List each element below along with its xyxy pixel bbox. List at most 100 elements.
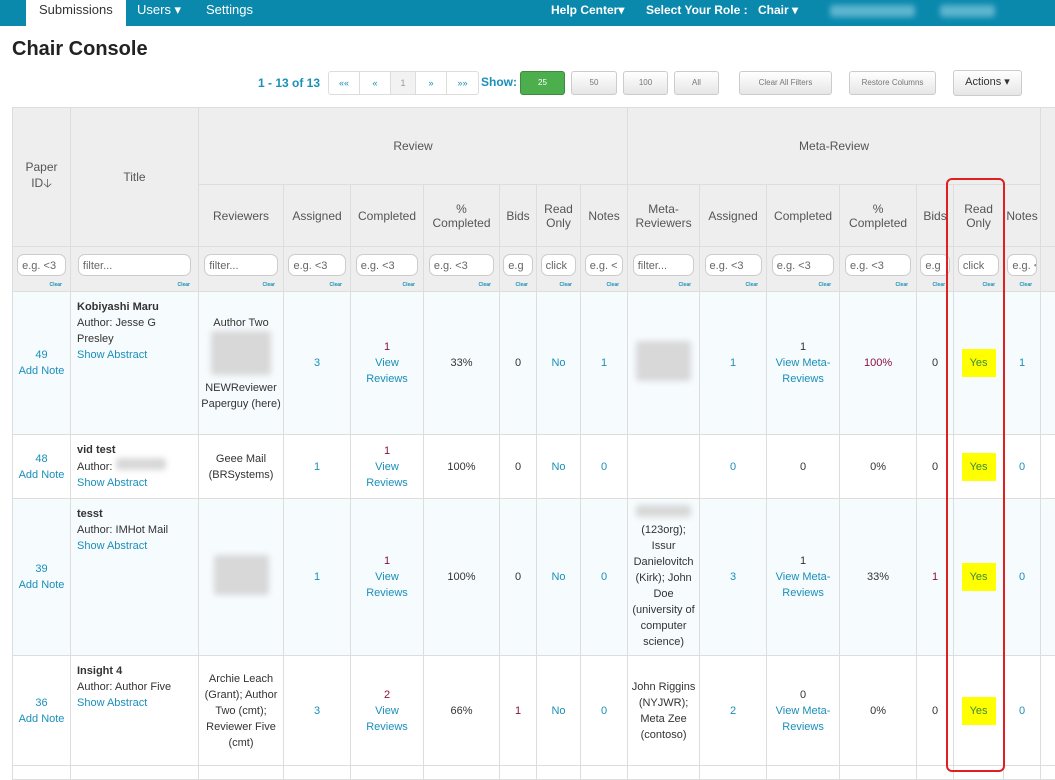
clear-filter-link[interactable]: Clear <box>262 282 275 288</box>
col-meta-bids[interactable]: Bids <box>917 185 954 247</box>
col-title[interactable]: Title <box>71 108 199 247</box>
signout-blurred[interactable] <box>940 5 995 17</box>
read-only-toggle[interactable]: No <box>537 499 581 656</box>
clear-filter-link[interactable]: Clear <box>177 282 190 288</box>
add-note-link[interactable]: Add Note <box>15 711 68 727</box>
clear-filter-link[interactable]: Clear <box>515 282 528 288</box>
col-meta-completed[interactable]: Completed <box>767 185 840 247</box>
column-filter-input[interactable]: e.g <box>920 254 949 276</box>
column-filter-input[interactable]: e.g. <3 <box>17 254 66 276</box>
column-filter-input[interactable]: e.g. < <box>1007 254 1036 276</box>
show-50-button[interactable]: 50 <box>571 71 617 95</box>
column-filter-input[interactable]: filter... <box>204 254 278 276</box>
show-abstract-link[interactable]: Show Abstract <box>77 347 192 363</box>
add-note-link[interactable]: Add Note <box>15 467 68 483</box>
col-reviewers[interactable]: Reviewers <box>199 185 284 247</box>
prev-page-button[interactable]: « <box>360 72 391 94</box>
col-read-only[interactable]: Read Only <box>537 185 581 247</box>
clear-filter-link[interactable]: Clear <box>559 282 572 288</box>
assigned-link[interactable]: 1 <box>284 499 351 656</box>
clear-filter-link[interactable]: Clear <box>983 282 996 288</box>
meta-notes-link[interactable]: 0 <box>1004 656 1041 766</box>
meta-assigned-link[interactable]: 2 <box>700 656 767 766</box>
add-note-link[interactable]: Add Note <box>15 577 68 593</box>
clear-filter-link[interactable]: Clear <box>933 282 946 288</box>
paper-id-link[interactable]: 48 <box>15 451 68 467</box>
notes-link[interactable]: 0 <box>581 656 628 766</box>
restore-columns-button[interactable]: Restore Columns <box>849 71 936 95</box>
show-all-button[interactable]: All <box>674 71 719 95</box>
clear-filter-link[interactable]: Clear <box>607 282 620 288</box>
notes-link[interactable]: 0 <box>581 499 628 656</box>
assigned-link[interactable]: 3 <box>284 656 351 766</box>
meta-read-only-toggle[interactable]: Yes <box>962 349 996 377</box>
clear-filter-link[interactable]: Clear <box>478 282 491 288</box>
view-reviews-link[interactable]: View Reviews <box>353 569 421 601</box>
column-filter-input[interactable]: e.g. <3 <box>705 254 762 276</box>
column-filter-input[interactable]: filter... <box>78 254 191 276</box>
clear-all-filters-button[interactable]: Clear All Filters <box>739 71 832 95</box>
column-filter-input[interactable]: click <box>958 254 999 276</box>
paper-id-link[interactable]: 49 <box>15 347 68 363</box>
page-1-button[interactable]: 1 <box>391 72 416 94</box>
show-25-button[interactable]: 25 <box>520 71 565 95</box>
col-completed[interactable]: Completed <box>351 185 424 247</box>
clear-filter-link[interactable]: Clear <box>1020 282 1033 288</box>
column-filter-input[interactable]: click <box>541 254 577 276</box>
column-filter-input[interactable]: e.g <box>503 254 532 276</box>
meta-notes-link[interactable]: 1 <box>1004 292 1041 435</box>
view-reviews-link[interactable]: View Reviews <box>353 355 421 387</box>
meta-assigned-link[interactable]: 0 <box>700 435 767 499</box>
meta-read-only-toggle[interactable]: Yes <box>962 697 996 725</box>
column-filter-input[interactable]: filter... <box>633 254 695 276</box>
read-only-toggle[interactable]: No <box>537 435 581 499</box>
column-filter-input[interactable]: e.g. <3 <box>429 254 494 276</box>
clear-filter-link[interactable]: Clear <box>679 282 692 288</box>
nav-users[interactable]: Users ▾ <box>137 0 181 26</box>
notes-link[interactable]: 1 <box>581 292 628 435</box>
meta-read-only-toggle[interactable]: Yes <box>962 453 996 481</box>
col-meta-reviewers[interactable]: Meta-Reviewers <box>628 185 700 247</box>
add-note-link[interactable]: Add Note <box>15 363 68 379</box>
col-meta-notes[interactable]: Notes <box>1004 185 1041 247</box>
last-page-button[interactable]: »» <box>447 72 478 94</box>
col-notes[interactable]: Notes <box>581 185 628 247</box>
column-filter-input[interactable]: e.g. <3 <box>845 254 911 276</box>
column-filter-input[interactable]: e.g. < <box>585 254 624 276</box>
nav-help-center[interactable]: Help Center▾ <box>551 0 624 26</box>
column-filter-input[interactable]: e.g. <3 <box>772 254 835 276</box>
meta-notes-link[interactable]: 0 <box>1004 499 1041 656</box>
actions-button[interactable]: Actions ▾ <box>953 70 1022 96</box>
col-bids[interactable]: Bids <box>500 185 537 247</box>
assigned-link[interactable]: 3 <box>284 292 351 435</box>
show-abstract-link[interactable]: Show Abstract <box>77 538 192 554</box>
show-abstract-link[interactable]: Show Abstract <box>77 695 192 711</box>
next-page-button[interactable]: » <box>416 72 447 94</box>
read-only-toggle[interactable]: No <box>537 656 581 766</box>
col-meta-read-only[interactable]: Read Only <box>954 185 1004 247</box>
view-reviews-link[interactable]: View Reviews <box>353 703 421 735</box>
clear-filter-link[interactable]: Clear <box>746 282 759 288</box>
nav-settings[interactable]: Settings <box>206 0 253 26</box>
meta-notes-link[interactable]: 0 <box>1004 435 1041 499</box>
nav-submissions[interactable]: Submissions <box>26 0 126 26</box>
meta-read-only-toggle[interactable]: Yes <box>962 563 996 591</box>
paper-id-link[interactable]: 39 <box>15 561 68 577</box>
read-only-toggle[interactable]: No <box>537 292 581 435</box>
col-paper-id[interactable]: Paper ID🡣 <box>13 108 71 247</box>
show-100-button[interactable]: 100 <box>623 71 668 95</box>
column-filter-input[interactable]: e.g. <3 <box>356 254 419 276</box>
col-meta-pct-completed[interactable]: % Completed <box>840 185 917 247</box>
clear-filter-link[interactable]: Clear <box>819 282 832 288</box>
view-meta-reviews-link[interactable]: View Meta-Reviews <box>769 355 837 387</box>
meta-assigned-link[interactable]: 3 <box>700 499 767 656</box>
clear-filter-link[interactable]: Clear <box>329 282 342 288</box>
view-meta-reviews-link[interactable]: View Meta-Reviews <box>769 703 837 735</box>
clear-filter-link[interactable]: Clear <box>896 282 909 288</box>
first-page-button[interactable]: «« <box>329 72 360 94</box>
show-abstract-link[interactable]: Show Abstract <box>77 475 192 491</box>
notes-link[interactable]: 0 <box>581 435 628 499</box>
view-reviews-link[interactable]: View Reviews <box>353 459 421 491</box>
role-select[interactable]: Chair ▾ <box>758 0 798 26</box>
user-name-blurred[interactable] <box>830 5 915 17</box>
